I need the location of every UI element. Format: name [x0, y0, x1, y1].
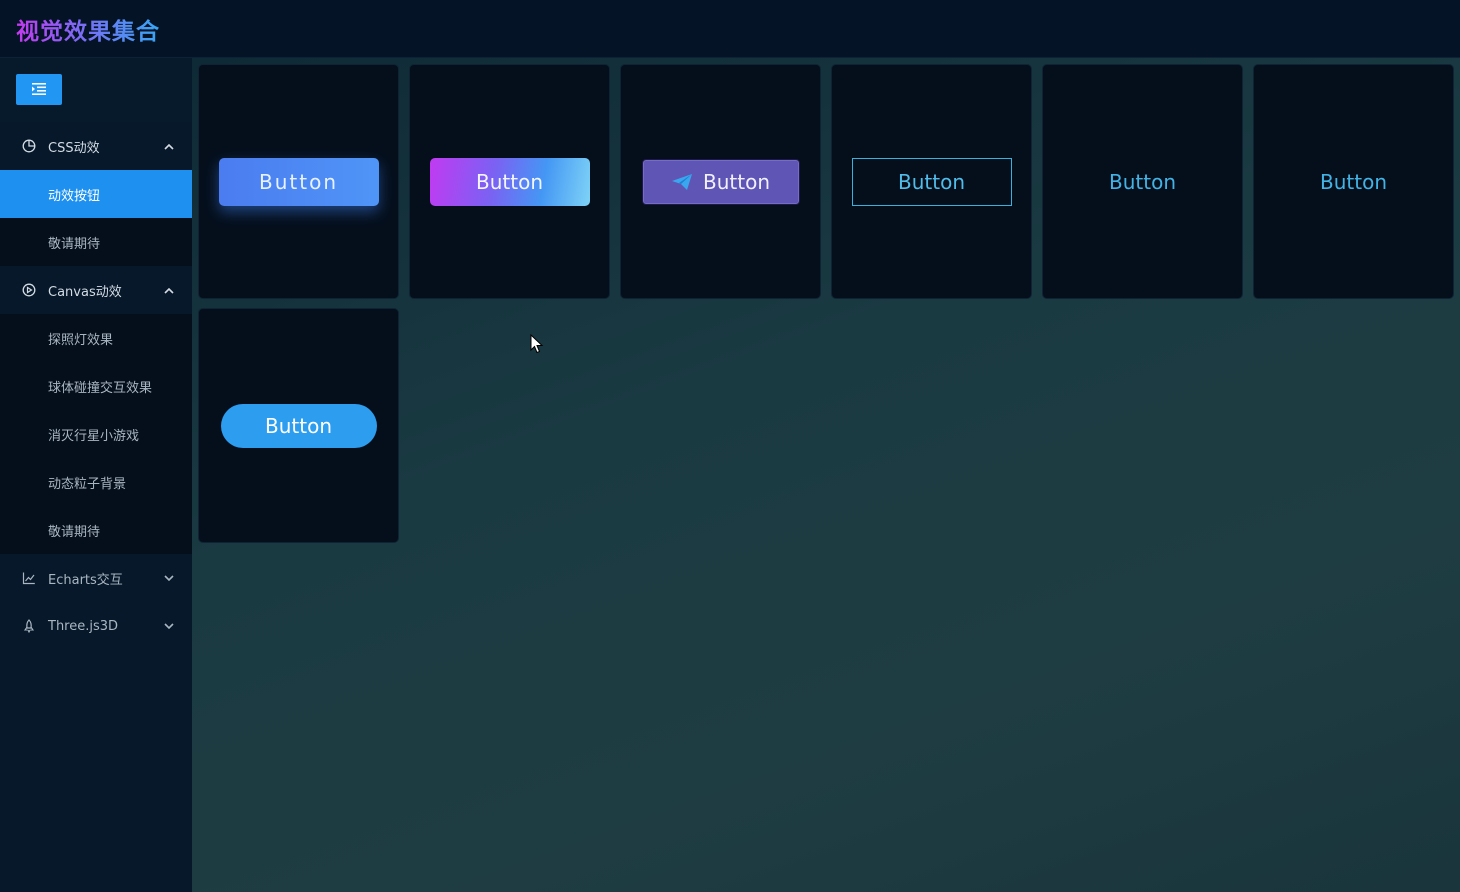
- menu-group-css[interactable]: CSS动效: [0, 122, 192, 170]
- menu-item-label: 敬请期待: [48, 236, 101, 252]
- button-card: Button: [198, 64, 399, 299]
- menu-group-threejs[interactable]: Three.js3D: [0, 602, 192, 650]
- collapse-menu-button[interactable]: [16, 74, 62, 105]
- button-label: Button: [703, 169, 770, 194]
- demo-button-text-2[interactable]: Button: [1274, 158, 1434, 206]
- button-card: Button: [1042, 64, 1243, 299]
- button-card: Button: [620, 64, 821, 299]
- menu-item-label: 敬请期待: [48, 524, 101, 540]
- chevron-down-icon: [164, 619, 174, 634]
- menu-group-label: Canvas动效: [48, 284, 122, 300]
- submenu-css: 动效按钮 敬请期待: [0, 170, 192, 266]
- demo-button-gradient-shadow[interactable]: Button: [218, 157, 379, 206]
- app-title: 视觉效果集合: [16, 12, 160, 46]
- button-card: Button: [409, 64, 610, 299]
- button-card: Button: [831, 64, 1032, 299]
- menu-item-label: 消灭行星小游戏: [48, 428, 140, 444]
- menu-group-echarts[interactable]: Echarts交互: [0, 554, 192, 602]
- sidebar-item-coming-soon[interactable]: 敬请期待: [0, 218, 192, 266]
- button-card: Button: [1253, 64, 1454, 299]
- demo-button-text[interactable]: Button: [1063, 158, 1223, 206]
- button-card: Button: [198, 308, 399, 543]
- menu-group-label: Three.js3D: [48, 618, 119, 634]
- demo-button-send[interactable]: Button: [641, 158, 800, 205]
- send-icon: [671, 173, 693, 191]
- sidebar-item-animated-buttons[interactable]: 动效按钮: [0, 170, 192, 218]
- main-content: Button Button Button Button Button Butto…: [192, 58, 1460, 892]
- menu-item-label: 动态粒子背景: [48, 476, 127, 492]
- demo-button-outline[interactable]: Button: [851, 157, 1012, 206]
- chevron-up-icon: [164, 139, 174, 154]
- sidebar-item-particle-bg[interactable]: 动态粒子背景: [0, 458, 192, 506]
- menu-item-label: 动效按钮: [48, 188, 101, 204]
- menu-item-label: 探照灯效果: [48, 332, 114, 348]
- sidebar-item-spotlight[interactable]: 探照灯效果: [0, 314, 192, 362]
- sidebar-item-ball-collision[interactable]: 球体碰撞交互效果: [0, 362, 192, 410]
- menu-group-label: Echarts交互: [48, 572, 123, 588]
- menu-group-label: CSS动效: [48, 140, 100, 156]
- mouse-cursor-icon: [530, 333, 544, 358]
- top-header: 视觉效果集合: [0, 0, 1460, 58]
- sidebar-item-coming-soon-2[interactable]: 敬请期待: [0, 506, 192, 554]
- rocket-icon: [22, 618, 38, 634]
- chevron-down-icon: [164, 571, 174, 586]
- menu-fold-icon: [32, 80, 46, 99]
- sidebar: CSS动效 动效按钮 敬请期待 Canvas动效 探照灯效果 球体碰撞交互效果: [0, 58, 192, 892]
- line-chart-icon: [22, 570, 38, 586]
- menu-item-label: 球体碰撞交互效果: [48, 380, 153, 396]
- pie-chart-icon: [22, 138, 38, 154]
- demo-button-pill[interactable]: Button: [220, 403, 377, 448]
- submenu-canvas: 探照灯效果 球体碰撞交互效果 消灭行星小游戏 动态粒子背景 敬请期待: [0, 314, 192, 554]
- sidebar-item-planet-game[interactable]: 消灭行星小游戏: [0, 410, 192, 458]
- sidebar-top: [0, 58, 192, 122]
- menu-group-canvas[interactable]: Canvas动效: [0, 266, 192, 314]
- demo-button-multicolor[interactable]: Button: [429, 157, 590, 206]
- play-circle-icon: [22, 282, 38, 298]
- chevron-up-icon: [164, 283, 174, 298]
